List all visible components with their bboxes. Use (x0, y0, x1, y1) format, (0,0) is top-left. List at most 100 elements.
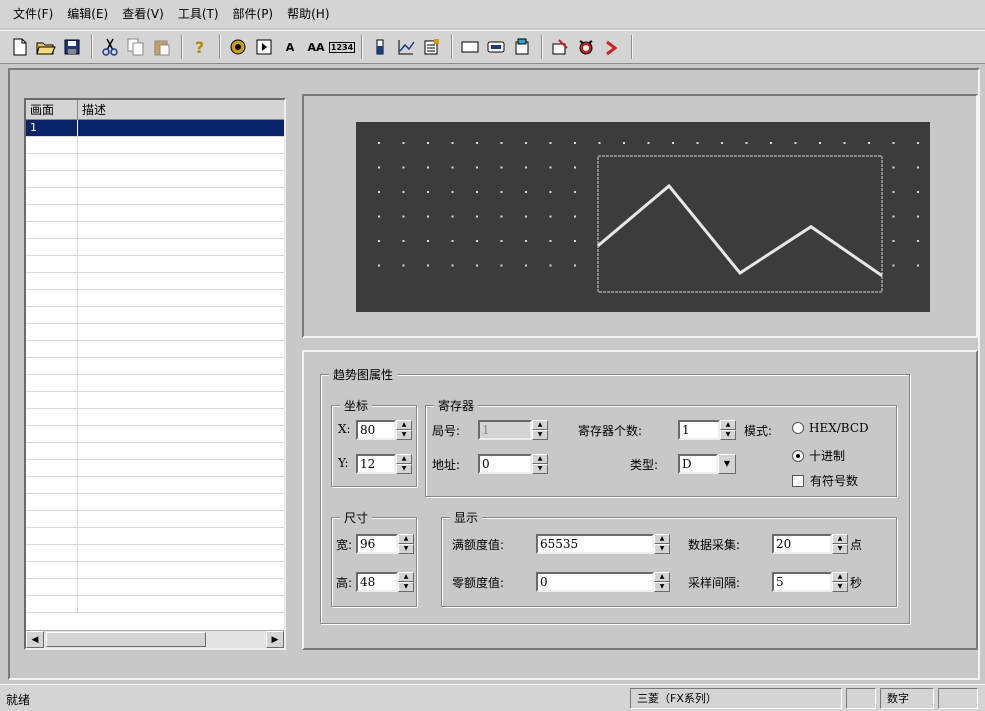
x-spin-buttons[interactable]: ▲ ▼ (396, 420, 412, 440)
full-scale-stepper[interactable]: 65535 ▲ ▼ (536, 534, 670, 554)
table-row[interactable] (26, 239, 284, 256)
zero-scale-spin-buttons[interactable]: ▲ ▼ (654, 572, 670, 592)
scrollbar-thumb[interactable] (46, 632, 206, 647)
column-header-description[interactable]: 描述 (78, 100, 284, 119)
interval-stepper[interactable]: 5 ▲ ▼ (772, 572, 848, 592)
bar-graph-icon[interactable] (368, 35, 392, 59)
menu-edit[interactable]: 编辑(E) (60, 0, 115, 28)
table-row[interactable] (26, 477, 284, 494)
station-stepper[interactable]: 1 ▲ ▼ (478, 420, 548, 440)
save-icon[interactable] (60, 35, 84, 59)
register-type-value[interactable]: D (678, 454, 718, 474)
lamp-icon[interactable] (226, 35, 250, 59)
frame-icon[interactable] (458, 35, 482, 59)
signed-checkbox-box[interactable] (792, 474, 804, 487)
x-stepper[interactable]: 80 ▲ ▼ (356, 420, 412, 440)
table-row[interactable] (26, 460, 284, 477)
interval-input[interactable]: 5 (772, 572, 832, 592)
table-row[interactable] (26, 358, 284, 375)
menu-view[interactable]: 查看(V) (115, 0, 171, 28)
station-input[interactable]: 1 (478, 420, 532, 440)
zero-scale-stepper[interactable]: 0 ▲ ▼ (536, 572, 670, 592)
zero-scale-input[interactable]: 0 (536, 572, 654, 592)
address-input[interactable]: 0 (478, 454, 532, 474)
table-row[interactable] (26, 273, 284, 290)
table-row[interactable] (26, 188, 284, 205)
mode-radio-hexbcd[interactable]: HEX/BCD (792, 421, 869, 435)
address-spin-buttons[interactable]: ▲ ▼ (532, 454, 548, 474)
table-row[interactable] (26, 341, 284, 358)
table-row[interactable] (26, 579, 284, 596)
table-row[interactable] (26, 596, 284, 613)
interval-spin-buttons[interactable]: ▲ ▼ (832, 572, 848, 592)
text-icon[interactable]: A (278, 35, 302, 59)
table-row[interactable] (26, 375, 284, 392)
signed-checkbox[interactable]: 有符号数 (792, 472, 858, 489)
y-input[interactable]: 12 (356, 454, 396, 474)
y-stepper[interactable]: 12 ▲ ▼ (356, 454, 412, 474)
table-row[interactable] (26, 528, 284, 545)
column-header-screen[interactable]: 画面 (26, 100, 78, 119)
table-row[interactable] (26, 494, 284, 511)
table-row[interactable] (26, 545, 284, 562)
big-text-icon[interactable]: AA (304, 35, 328, 59)
table-row[interactable] (26, 562, 284, 579)
table-row[interactable] (26, 511, 284, 528)
table-row[interactable] (26, 205, 284, 222)
table-row[interactable] (26, 256, 284, 273)
width-stepper[interactable]: 96 ▲ ▼ (356, 534, 414, 554)
y-spin-buttons[interactable]: ▲ ▼ (396, 454, 412, 474)
alarm-list-icon[interactable] (420, 35, 444, 59)
recipe-icon[interactable] (510, 35, 534, 59)
station-spin-buttons[interactable]: ▲ ▼ (532, 420, 548, 440)
paste-icon[interactable] (150, 35, 174, 59)
help-icon[interactable]: ? (188, 35, 212, 59)
alarm-clock-icon[interactable] (574, 35, 598, 59)
register-count-stepper[interactable]: 1 ▲ ▼ (678, 420, 736, 440)
table-row[interactable] (26, 154, 284, 171)
table-row[interactable] (26, 137, 284, 154)
number-display-icon[interactable]: 1234 (328, 35, 356, 59)
copy-icon[interactable] (124, 35, 148, 59)
sample-count-input[interactable]: 20 (772, 534, 832, 554)
chevron-down-icon[interactable]: ▼ (718, 454, 736, 474)
full-scale-input[interactable]: 65535 (536, 534, 654, 554)
menu-tools[interactable]: 工具(T) (171, 0, 226, 28)
menu-parts[interactable]: 部件(P) (226, 0, 281, 28)
menu-help[interactable]: 帮助(H) (280, 0, 336, 28)
table-row[interactable] (26, 171, 284, 188)
x-input[interactable]: 80 (356, 420, 396, 440)
table-row[interactable] (26, 222, 284, 239)
menu-file[interactable]: 文件(F) (6, 0, 60, 28)
register-count-spin-buttons[interactable]: ▲ ▼ (720, 420, 736, 440)
button-part-icon[interactable] (252, 35, 276, 59)
scroll-right-icon[interactable]: ▶ (266, 631, 284, 648)
register-count-input[interactable]: 1 (678, 420, 720, 440)
cut-icon[interactable] (98, 35, 122, 59)
mode-radio-decimal[interactable]: 十进制 (792, 447, 845, 464)
download-arrow-icon[interactable] (600, 35, 624, 59)
trend-preview-canvas[interactable] (356, 122, 930, 312)
height-input[interactable]: 48 (356, 572, 398, 592)
width-input[interactable]: 96 (356, 534, 398, 554)
trend-chart-icon[interactable] (394, 35, 418, 59)
sample-count-spin-buttons[interactable]: ▲ ▼ (832, 534, 848, 554)
table-row[interactable] (26, 426, 284, 443)
table-row[interactable] (26, 290, 284, 307)
table-row[interactable]: 1 (26, 120, 284, 137)
open-folder-icon[interactable] (34, 35, 58, 59)
table-row[interactable] (26, 392, 284, 409)
height-spin-buttons[interactable]: ▲ ▼ (398, 572, 414, 592)
table-row[interactable] (26, 443, 284, 460)
table-row[interactable] (26, 409, 284, 426)
table-row[interactable] (26, 307, 284, 324)
address-stepper[interactable]: 0 ▲ ▼ (478, 454, 548, 474)
scroll-left-icon[interactable]: ◀ (26, 631, 44, 648)
radio-hexbcd-dot[interactable] (792, 422, 804, 434)
new-file-icon[interactable] (8, 35, 32, 59)
register-type-select[interactable]: D ▼ (678, 454, 736, 474)
full-scale-spin-buttons[interactable]: ▲ ▼ (654, 534, 670, 554)
horizontal-scrollbar[interactable]: ◀ ▶ (26, 630, 284, 648)
compile-icon[interactable] (548, 35, 572, 59)
scrollbar-track[interactable] (44, 631, 266, 648)
